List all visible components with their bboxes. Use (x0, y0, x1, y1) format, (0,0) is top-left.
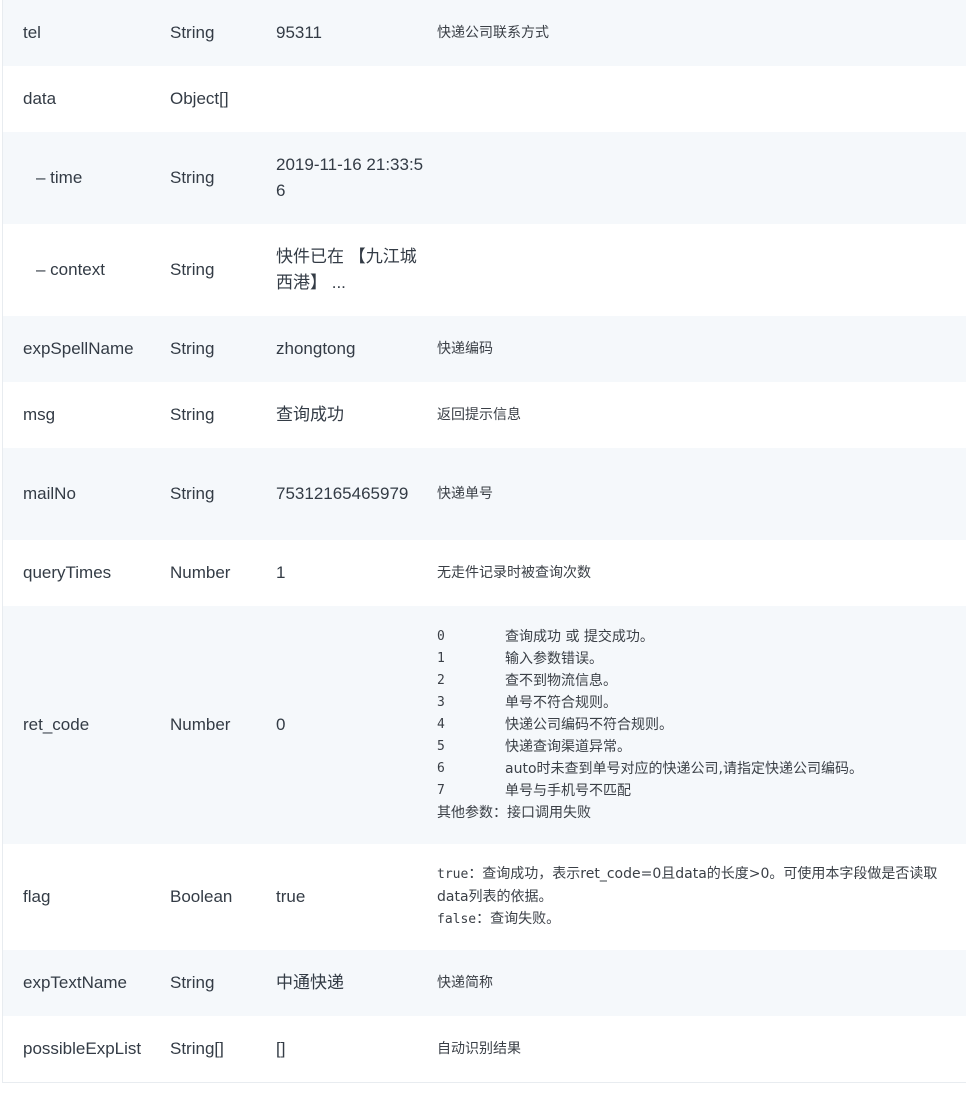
flag-false-desc: false：查询失败。 (437, 908, 951, 931)
param-desc: 无走件记录时被查询次数 (437, 565, 591, 581)
code-line: 7 单号与手机号不匹配 (437, 780, 951, 802)
table-row: mailNo String 75312165465979 快递单号 (3, 448, 966, 540)
param-example: [] (276, 1039, 286, 1058)
false-keyword: false (437, 912, 477, 927)
param-name: expTextName (23, 973, 127, 992)
param-type: String (170, 260, 215, 279)
code-line: 6 auto时未查到单号对应的快递公司,请指定快递公司编码。 (437, 758, 951, 780)
flag-desc: true：查询成功，表示ret_code=0且data的长度>0。可使用本字段做… (437, 863, 966, 931)
param-example: 快件已在 【九江城西港】 ... (276, 247, 417, 292)
table-row: queryTimes Number 1 无走件记录时被查询次数 (3, 540, 966, 606)
response-params-table: tel String 95311 快递公司联系方式 data Object[] … (2, 0, 966, 1083)
flag-true-desc: true：查询成功，表示ret_code=0且data的长度>0。可使用本字段做… (437, 863, 951, 908)
param-name: – time (36, 168, 83, 187)
param-desc: 快递公司联系方式 (437, 25, 549, 41)
table-row: ret_code Number 0 0 查询成功 或 提交成功。 1 输入参数错误。… (3, 606, 966, 844)
param-type: Number (170, 715, 231, 734)
param-type: String (170, 339, 215, 358)
table-row: flag Boolean true true：查询成功，表示ret_code=0… (3, 844, 966, 950)
other-params-note: 其他参数：接口调用失败 (437, 805, 591, 821)
param-type: String (170, 973, 215, 992)
param-desc: 快递单号 (437, 486, 493, 502)
param-name: ret_code (23, 715, 90, 734)
param-example: 1 (276, 563, 286, 582)
table-row: data Object[] (3, 66, 966, 132)
code-num: 1 (437, 651, 445, 666)
param-name: possibleExpList (23, 1039, 142, 1058)
table-row: possibleExpList String[] [] 自动识别结果 (3, 1016, 966, 1082)
ret-code-desc: 0 查询成功 或 提交成功。 1 输入参数错误。 2 查不到物流信息。 3 单号不符合规… (437, 626, 966, 824)
code-text: 快递查询渠道异常。 (505, 739, 631, 755)
code-line: 1 输入参数错误。 (437, 648, 951, 670)
param-example: true (276, 887, 306, 906)
false-text: ：查询失败。 (476, 911, 561, 927)
param-type: String (170, 484, 215, 503)
code-text: 查不到物流信息。 (505, 673, 617, 689)
param-desc: 自动识别结果 (437, 1041, 521, 1057)
param-desc: 返回提示信息 (437, 407, 521, 423)
param-name: mailNo (23, 484, 76, 503)
param-example: 0 (276, 715, 286, 734)
code-text: 输入参数错误。 (505, 651, 603, 667)
table-row: expSpellName String zhongtong 快递编码 (3, 316, 966, 382)
param-type: String (170, 23, 215, 42)
param-name: expSpellName (23, 339, 134, 358)
code-num: 2 (437, 673, 445, 688)
true-text: ：查询成功，表示ret_code=0且data的长度>0。可使用本字段做是否读取… (437, 866, 938, 905)
code-num: 3 (437, 695, 445, 710)
param-type: Object[] (170, 89, 229, 108)
code-text: 查询成功 或 提交成功。 (505, 629, 654, 645)
table-row: expTextName String 中通快递 快递简称 (3, 950, 966, 1016)
param-desc: 快递简称 (437, 975, 493, 991)
param-type: Number (170, 563, 231, 582)
code-text: 单号与手机号不匹配 (505, 783, 631, 799)
table-row: – time String 2019-11-16 21:33:56 (3, 132, 966, 224)
code-text: auto时未查到单号对应的快递公司,请指定快递公司编码。 (505, 761, 863, 777)
param-example: 2019-11-16 21:33:56 (276, 155, 424, 200)
table-row: msg String 查询成功 返回提示信息 (3, 382, 966, 448)
param-name: queryTimes (23, 563, 112, 582)
code-line: 4 快递公司编码不符合规则。 (437, 714, 951, 736)
code-line: 2 查不到物流信息。 (437, 670, 951, 692)
param-name: msg (23, 405, 56, 424)
true-keyword: true (437, 867, 469, 882)
code-text: 快递公司编码不符合规则。 (505, 717, 673, 733)
table-row: tel String 95311 快递公司联系方式 (3, 0, 966, 66)
param-name: data (23, 89, 57, 108)
code-line: 0 查询成功 或 提交成功。 (437, 626, 951, 648)
table-row: – context String 快件已在 【九江城西港】 ... (3, 224, 966, 316)
param-name: – context (36, 260, 105, 279)
code-line: 3 单号不符合规则。 (437, 692, 951, 714)
param-example: 查询成功 (276, 405, 344, 424)
param-example: 75312165465979 (276, 484, 409, 503)
param-name: flag (23, 887, 51, 906)
param-type: String[] (170, 1039, 224, 1058)
code-text: 单号不符合规则。 (505, 695, 617, 711)
param-name: tel (23, 23, 41, 42)
code-num: 7 (437, 783, 445, 798)
code-num: 5 (437, 739, 445, 754)
code-line: 5 快递查询渠道异常。 (437, 736, 951, 758)
code-num: 4 (437, 717, 445, 732)
param-type: String (170, 168, 215, 187)
param-desc: 快递编码 (437, 341, 493, 357)
param-example: 95311 (276, 23, 323, 42)
param-type: String (170, 405, 215, 424)
param-example: 中通快递 (276, 973, 344, 992)
code-num: 0 (437, 629, 445, 644)
param-type: Boolean (170, 887, 233, 906)
param-example: zhongtong (276, 339, 356, 358)
code-num: 6 (437, 761, 445, 776)
